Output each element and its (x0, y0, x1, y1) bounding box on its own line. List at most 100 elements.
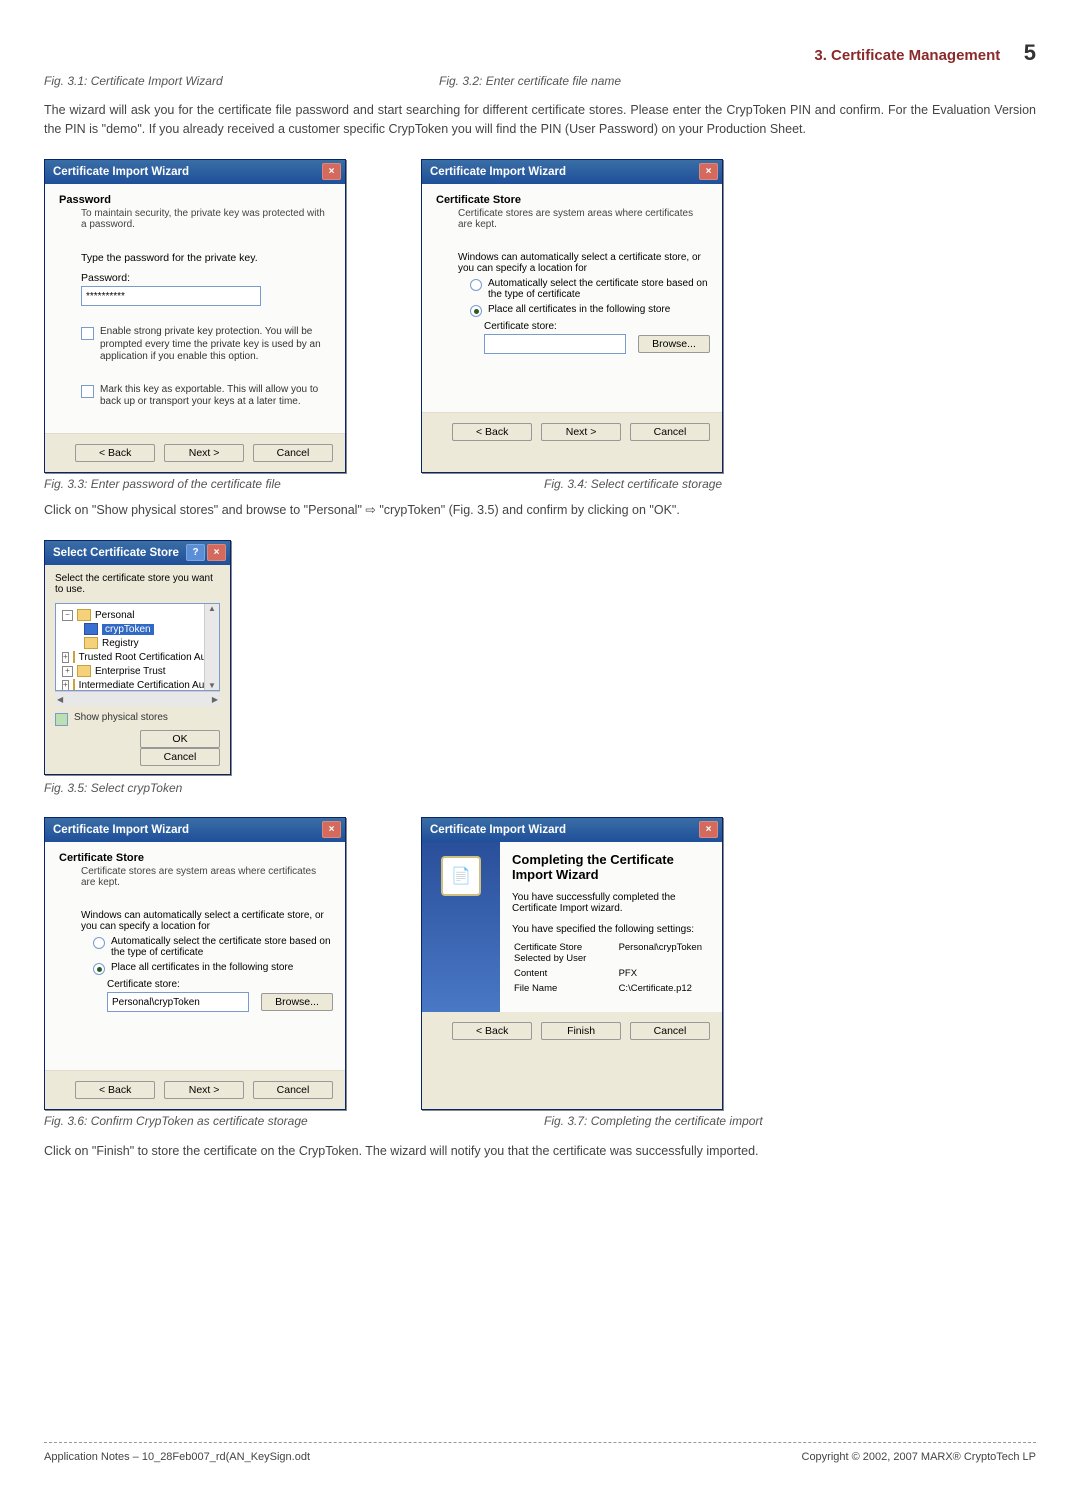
tree-cryptoken[interactable]: crypToken (102, 624, 154, 635)
browse-button[interactable]: Browse... (638, 335, 710, 353)
caption-row-1: Fig. 3.1: Certificate Import Wizard Fig.… (44, 74, 1036, 88)
document-footer: Application Notes – 10_28Feb007_rd(AN_Ke… (44, 1451, 1036, 1463)
page-header: 3. Certificate Management 5 (44, 40, 1036, 66)
tree-registry[interactable]: Registry (102, 638, 139, 649)
caption-fig31: Fig. 3.1: Certificate Import Wizard (44, 74, 439, 88)
ok-button[interactable]: OK (140, 730, 220, 748)
tree-intermediate[interactable]: Intermediate Certification Authorities (79, 680, 220, 691)
next-button[interactable]: Next > (541, 423, 621, 441)
fig35-title: Select Certificate Store (53, 547, 179, 559)
fig36-section-sub: Certificate stores are system areas wher… (81, 866, 331, 888)
paragraph-3: Click on "Finish" to store the certifica… (44, 1142, 1036, 1161)
fig37-line1: You have successfully completed the Cert… (512, 892, 710, 914)
cancel-button[interactable]: Cancel (253, 444, 333, 462)
fig33-chk2: Mark this key as exportable. This will a… (100, 384, 331, 409)
fig33-chk1: Enable strong private key protection. Yo… (100, 326, 331, 364)
checkbox-strong-protection[interactable] (81, 327, 94, 340)
radio-place-all[interactable] (470, 305, 482, 317)
fig34-section: Certificate Store (436, 194, 708, 206)
back-button[interactable]: < Back (75, 1081, 155, 1099)
cancel-button[interactable]: Cancel (253, 1081, 333, 1099)
fig35-prompt: Select the certificate store you want to… (55, 573, 220, 595)
fig36-opt1: Automatically select the certificate sto… (111, 936, 331, 958)
fig33-section-sub: To maintain security, the private key wa… (81, 208, 331, 230)
footer-left: Application Notes – 10_28Feb007_rd(AN_Ke… (44, 1451, 310, 1463)
page-number: 5 (1024, 40, 1036, 65)
tree-expand-icon[interactable]: + (62, 666, 73, 677)
fig35-dialog: Select Certificate Store ? × Select the … (44, 540, 231, 775)
paragraph-2: Click on "Show physical stores" and brow… (44, 501, 1036, 520)
fig36-opt2: Place all certificates in the following … (111, 962, 293, 973)
fig35-titlebar: Select Certificate Store ? × (45, 541, 230, 565)
fig36-store-label: Certificate store: (107, 979, 331, 990)
caption-fig32: Fig. 3.2: Enter certificate file name (439, 74, 621, 88)
browse-button[interactable]: Browse... (261, 993, 333, 1011)
caption-fig36: Fig. 3.6: Confirm CrypToken as certifica… (44, 1114, 544, 1128)
fig33-pw-label: Password: (81, 272, 331, 284)
close-icon[interactable]: × (699, 163, 718, 180)
certificate-store-field[interactable] (484, 334, 626, 354)
fig34-section-sub: Certificate stores are system areas wher… (458, 208, 708, 230)
settings-summary-table: Certificate Store Selected by UserPerson… (512, 939, 710, 997)
fig33-prompt: Type the password for the private key. (81, 252, 331, 264)
tree-expand-icon[interactable]: + (62, 652, 69, 663)
caption-fig35: Fig. 3.5: Select crypToken (44, 781, 1036, 795)
finish-button[interactable]: Finish (541, 1022, 621, 1040)
tree-scrollbar[interactable]: ▲▼ (204, 604, 219, 690)
caption-fig37: Fig. 3.7: Completing the certificate imp… (544, 1114, 763, 1128)
next-button[interactable]: Next > (164, 1081, 244, 1099)
next-button[interactable]: Next > (164, 444, 244, 462)
fig34-opt2: Place all certificates in the following … (488, 304, 670, 315)
tree-collapse-icon[interactable]: − (62, 610, 73, 621)
fig36-section: Certificate Store (59, 852, 331, 864)
tree-trusted[interactable]: Trusted Root Certification Authorities (79, 652, 220, 663)
footer-right: Copyright © 2002, 2007 MARX® CryptoTech … (802, 1451, 1037, 1463)
caption-fig34: Fig. 3.4: Select certificate storage (544, 477, 722, 491)
radio-auto-select[interactable] (93, 937, 105, 949)
cancel-button[interactable]: Cancel (630, 1022, 710, 1040)
fig34-store-label: Certificate store: (484, 321, 708, 332)
cancel-button[interactable]: Cancel (140, 748, 220, 766)
fig37-heading: Completing the Certificate Import Wizard (512, 852, 710, 882)
section-title: 3. Certificate Management (814, 47, 1000, 64)
fig34-dialog: Certificate Import Wizard × Certificate … (421, 159, 723, 473)
help-icon[interactable]: ? (186, 544, 205, 561)
tree-expand-icon[interactable]: + (62, 680, 69, 691)
back-button[interactable]: < Back (452, 1022, 532, 1040)
fig34-titlebar: Certificate Import Wizard × (422, 160, 722, 184)
checkbox-show-physical[interactable] (55, 713, 68, 726)
certificate-store-field[interactable] (107, 992, 249, 1012)
caption-fig33: Fig. 3.3: Enter password of the certific… (44, 477, 544, 491)
certificate-store-tree[interactable]: − Personal crypToken Registry + Trusted Ro… (55, 603, 220, 691)
footer-divider (44, 1442, 1036, 1443)
close-icon[interactable]: × (207, 544, 226, 561)
fig33-section: Password (59, 194, 331, 206)
back-button[interactable]: < Back (75, 444, 155, 462)
fig37-dialog: Certificate Import Wizard × 📄 Completing… (421, 817, 723, 1110)
radio-place-all[interactable] (93, 963, 105, 975)
fig36-title: Certificate Import Wizard (53, 824, 189, 836)
fig34-opt1: Automatically select the certificate sto… (488, 278, 708, 300)
close-icon[interactable]: × (322, 821, 341, 838)
fig37-line2: You have specified the following setting… (512, 924, 710, 935)
fig36-desc: Windows can automatically select a certi… (81, 910, 331, 932)
cancel-button[interactable]: Cancel (630, 423, 710, 441)
fig35-show-physical: Show physical stores (74, 712, 168, 725)
tree-personal[interactable]: Personal (95, 610, 134, 621)
fig33-title: Certificate Import Wizard (53, 166, 189, 178)
password-field[interactable] (81, 286, 261, 306)
checkbox-exportable[interactable] (81, 385, 94, 398)
radio-auto-select[interactable] (470, 279, 482, 291)
back-button[interactable]: < Back (452, 423, 532, 441)
fig34-desc: Windows can automatically select a certi… (458, 252, 708, 274)
close-icon[interactable]: × (699, 821, 718, 838)
close-icon[interactable]: × (322, 163, 341, 180)
fig37-title: Certificate Import Wizard (430, 824, 566, 836)
fig33-dialog: Certificate Import Wizard × Password To … (44, 159, 346, 473)
completion-banner: 📄 (422, 842, 500, 1012)
tree-scrollbar-h[interactable]: ◀▶ (55, 691, 220, 706)
fig34-title: Certificate Import Wizard (430, 166, 566, 178)
fig33-titlebar: Certificate Import Wizard × (45, 160, 345, 184)
paragraph-1: The wizard will ask you for the certific… (44, 101, 1036, 140)
tree-enterprise[interactable]: Enterprise Trust (95, 666, 166, 677)
